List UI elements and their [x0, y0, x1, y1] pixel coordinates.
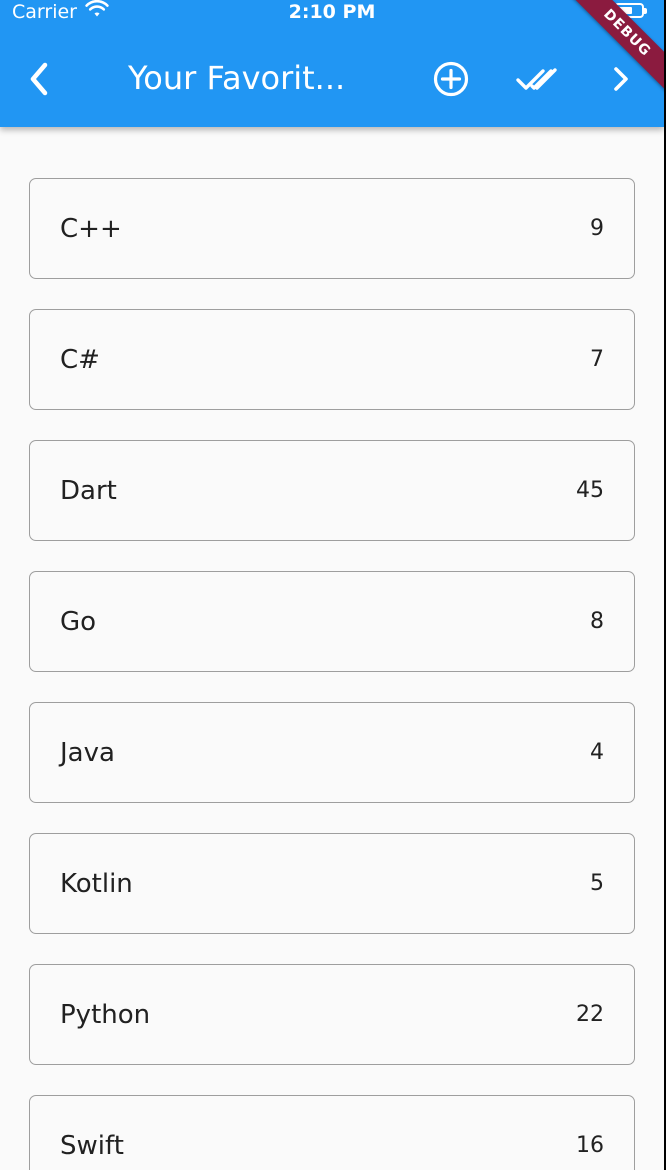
status-time: 2:10 PM: [288, 1, 376, 23]
language-name: Java: [60, 738, 115, 768]
language-name: Python: [60, 1000, 151, 1030]
language-name: Dart: [60, 476, 117, 506]
list-item-7[interactable]: Swift 16: [29, 1095, 635, 1170]
language-count: 22: [576, 1002, 604, 1027]
page-title: Your Favorit...: [128, 59, 346, 97]
language-name: Go: [60, 607, 97, 637]
language-count: 7: [590, 347, 604, 372]
back-button[interactable]: [18, 52, 62, 106]
app-bar: Carrier 2:10 PM Your Favorit...: [0, 0, 664, 127]
language-name: Kotlin: [60, 869, 133, 899]
done-all-icon: [516, 68, 557, 90]
language-count: 16: [576, 1133, 604, 1158]
add-circle-icon: [433, 61, 469, 97]
chevron-left-icon: [30, 62, 48, 96]
chevron-right-icon: [614, 67, 628, 91]
language-count: 5: [590, 871, 604, 896]
list-item-0[interactable]: C++ 9: [29, 178, 635, 279]
list-item-5[interactable]: Kotlin 5: [29, 833, 635, 934]
list-item-4[interactable]: Java 4: [29, 702, 635, 803]
language-count: 45: [576, 478, 604, 503]
select-all-button[interactable]: [510, 52, 564, 106]
list-item-3[interactable]: Go 8: [29, 571, 635, 672]
list-item-6[interactable]: Python 22: [29, 964, 635, 1065]
add-button[interactable]: [424, 52, 478, 106]
language-count: 4: [590, 740, 604, 765]
language-name: Swift: [60, 1131, 124, 1161]
language-count: 8: [590, 609, 604, 634]
app-screen: Carrier 2:10 PM Your Favorit... DEBUG C+…: [0, 0, 664, 1170]
language-count: 9: [590, 216, 604, 241]
language-name: C#: [60, 345, 100, 375]
list-item-1[interactable]: C# 7: [29, 309, 635, 410]
list-item-2[interactable]: Dart 45: [29, 440, 635, 541]
language-name: C++: [60, 214, 122, 244]
